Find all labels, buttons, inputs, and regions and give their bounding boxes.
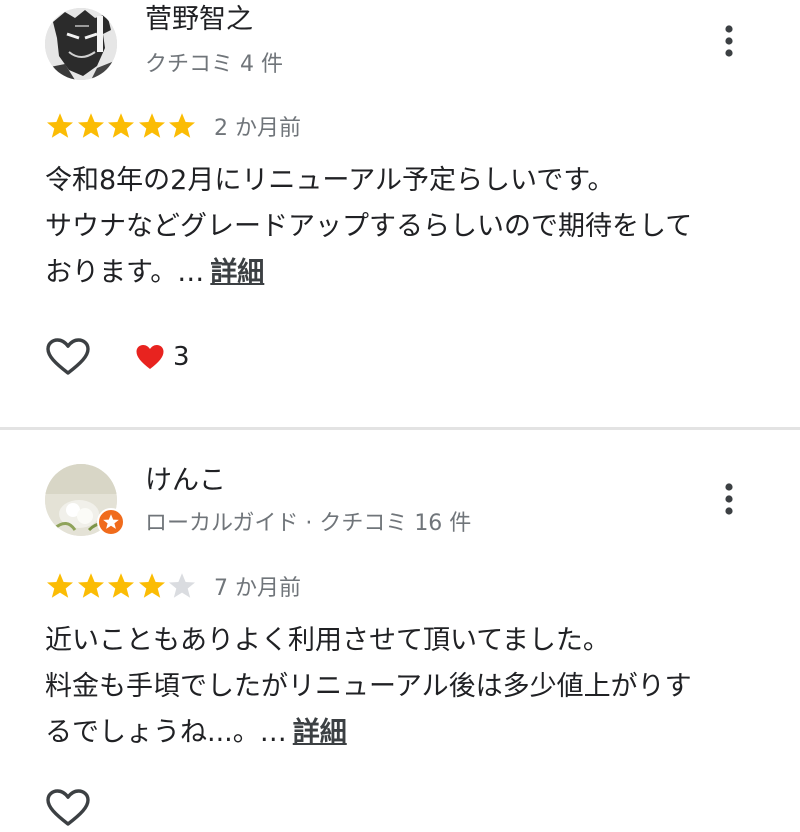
star-filled-icon — [169, 113, 196, 138]
more-options-button[interactable] — [718, 480, 740, 520]
like-button[interactable] — [45, 788, 91, 832]
star-filled-icon — [47, 573, 73, 598]
star-icon — [103, 514, 119, 529]
avatar[interactable] — [45, 8, 117, 80]
star-rating — [45, 111, 198, 141]
star-filled-icon — [138, 573, 165, 598]
review-date: 2 か月前 — [214, 116, 301, 141]
review-text-tail: るでしょうね...。… — [45, 717, 287, 748]
author-name[interactable]: 菅野智之 — [145, 6, 253, 33]
review-text: 近いこともありよく利用させて頂いてました。 料金も手頃でしたがリニューアル後は多… — [45, 618, 765, 756]
rating-row: 7 か月前 — [45, 570, 301, 602]
heart-filled-icon — [136, 345, 164, 369]
review-text-line: 料金も手頃でしたがリニューアル後は多少値上がりす — [45, 671, 692, 702]
star-filled-icon — [108, 573, 135, 598]
details-link[interactable]: 詳細 — [293, 717, 347, 748]
more-vert-icon — [725, 25, 733, 57]
review-card: 菅野智之 クチコミ 4 件 2 か月前 令和8年の2月にリニューアル予定らしいで… — [0, 0, 800, 428]
review-text-tail: おります。… — [45, 257, 205, 288]
reaction-count: 3 — [173, 342, 190, 372]
review-text-line: るでしょうね...。… 詳細 — [45, 710, 765, 756]
star-filled-icon — [108, 113, 135, 138]
review-card: けんこ ローカルガイド · クチコミ 16 件 7 か月前 近いこともありよく利… — [0, 430, 800, 826]
review-text-line: 令和8年の2月にリニューアル予定らしいです。 — [45, 165, 615, 196]
heart-outline-icon — [46, 789, 90, 826]
star-empty-icon — [169, 573, 196, 598]
star-rating — [45, 571, 198, 601]
star-filled-icon — [47, 113, 73, 138]
star-filled-icon — [138, 113, 165, 138]
details-link[interactable]: 詳細 — [210, 257, 264, 288]
review-text-line: サウナなどグレードアップするらしいので期待をして — [45, 211, 693, 242]
local-guide-badge-icon — [97, 508, 125, 536]
avatar-image — [45, 8, 117, 80]
heart-outline-icon — [46, 338, 90, 375]
review-actions: 3 — [45, 334, 190, 380]
reviewer-meta: ローカルガイド · クチコミ 16 件 — [145, 511, 472, 536]
review-date: 7 か月前 — [214, 576, 301, 601]
like-button[interactable] — [45, 335, 95, 379]
reaction-summary[interactable]: 3 — [135, 342, 190, 372]
rating-row: 2 か月前 — [45, 110, 301, 142]
review-text-line: おります。… 詳細 — [45, 250, 765, 296]
review-text-line: 近いこともありよく利用させて頂いてました。 — [45, 625, 610, 656]
star-filled-icon — [77, 573, 104, 598]
reviewer-meta: クチコミ 4 件 — [145, 52, 283, 77]
more-options-button[interactable] — [718, 22, 740, 62]
review-text: 令和8年の2月にリニューアル予定らしいです。 サウナなどグレードアップするらしい… — [45, 158, 765, 296]
star-filled-icon — [77, 113, 104, 138]
more-vert-icon — [725, 483, 733, 515]
author-name[interactable]: けんこ — [145, 467, 226, 494]
